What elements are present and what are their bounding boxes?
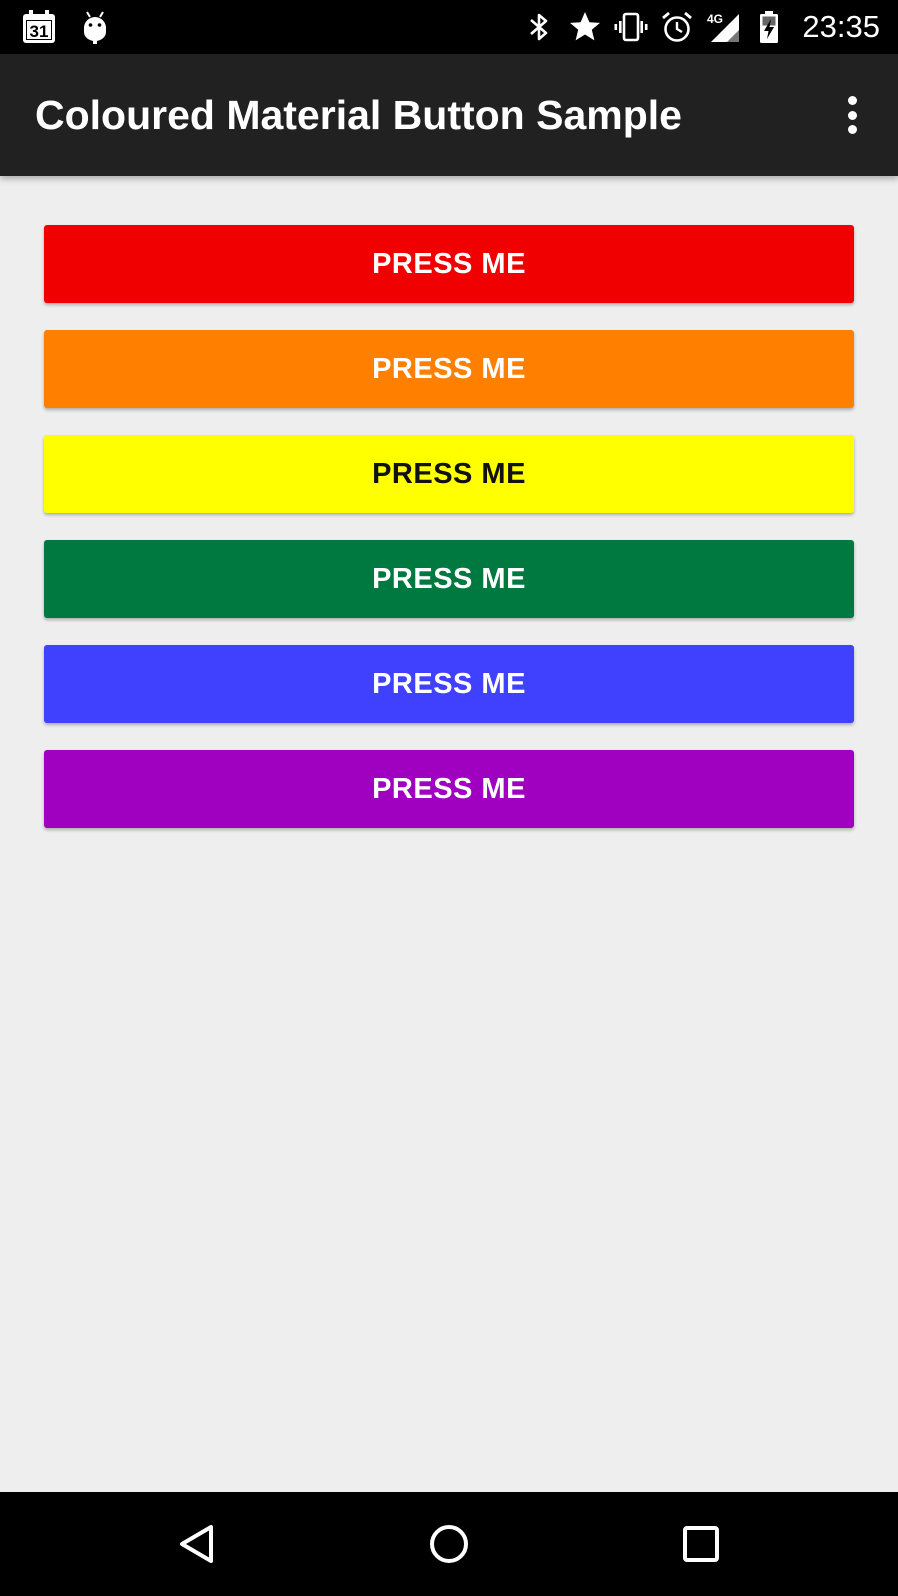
home-button[interactable] xyxy=(419,1514,479,1574)
navigation-bar xyxy=(0,1492,898,1596)
yellow-press-me-button[interactable]: PRESS ME xyxy=(44,435,854,513)
calendar-icon: 31 xyxy=(22,10,56,44)
calendar-day-text: 31 xyxy=(30,22,49,41)
alarm-icon xyxy=(660,10,694,44)
page-title: Coloured Material Button Sample xyxy=(35,92,682,138)
home-icon xyxy=(430,1525,468,1563)
back-button[interactable] xyxy=(167,1514,227,1574)
recents-button[interactable] xyxy=(671,1514,731,1574)
status-bar-clock: 23:35 xyxy=(802,9,880,44)
status-bar-system-icons: 4G 23:35 xyxy=(522,8,880,46)
more-vert-icon xyxy=(847,96,857,105)
screen: 31 4G 23:35 Coloured Material Button Sam… xyxy=(0,0,898,1596)
status-bar: 31 4G 23:35 xyxy=(0,0,898,54)
red-press-me-button[interactable]: PRESS ME xyxy=(44,225,854,303)
green-press-me-button[interactable]: PRESS ME xyxy=(44,540,854,618)
button-list: PRESS ME PRESS ME PRESS ME PRESS ME PRES… xyxy=(44,225,854,855)
overflow-menu-button[interactable] xyxy=(832,90,872,140)
recents-icon xyxy=(683,1526,719,1562)
app-bar: Coloured Material Button Sample xyxy=(0,54,898,176)
bluetooth-icon xyxy=(522,10,556,44)
signal-4g-icon: 4G xyxy=(706,10,740,44)
blue-press-me-button[interactable]: PRESS ME xyxy=(44,645,854,723)
orange-press-me-button[interactable]: PRESS ME xyxy=(44,330,854,408)
android-debug-icon xyxy=(78,10,112,44)
purple-press-me-button[interactable]: PRESS ME xyxy=(44,750,854,828)
content-area: PRESS ME PRESS ME PRESS ME PRESS ME PRES… xyxy=(0,176,898,1492)
status-bar-notifications: 31 xyxy=(22,10,112,44)
battery-charging-icon xyxy=(752,10,786,44)
star-icon xyxy=(568,10,602,44)
vibrate-icon xyxy=(614,10,648,44)
network-type-text: 4G xyxy=(707,12,723,26)
back-icon xyxy=(180,1525,213,1563)
